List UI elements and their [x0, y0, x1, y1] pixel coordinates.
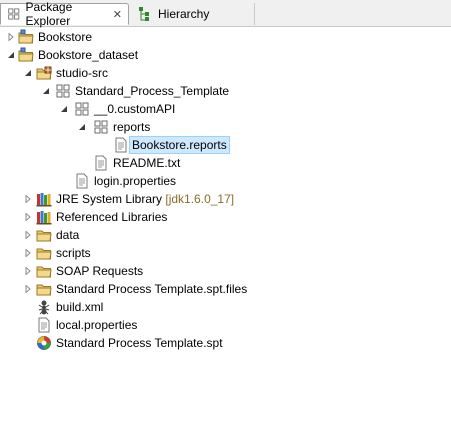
package-icon — [55, 83, 71, 99]
folder-icon — [36, 227, 52, 243]
text-file-icon — [93, 155, 109, 171]
collapsed-arrow-icon[interactable] — [24, 249, 32, 257]
collapsed-arrow-icon[interactable] — [24, 213, 32, 221]
tree-item-label: data — [56, 228, 80, 242]
tree-item-label: Bookstore — [38, 30, 93, 44]
tree-item-label: Standard Process Template.spt — [56, 336, 223, 350]
tree-item-customapi[interactable]: __0.customAPI — [0, 100, 451, 118]
tree-item-bookstore-reports[interactable]: Bookstore.reports — [0, 136, 451, 154]
tab-hierarchy-label: Hierarchy — [158, 7, 210, 21]
expanded-arrow-icon[interactable] — [24, 69, 32, 77]
tree-item-bookstore-dataset[interactable]: Bookstore_dataset — [0, 46, 451, 64]
library-icon — [36, 191, 52, 207]
tree-item-standard-process-template[interactable]: Standard_Process_Template — [0, 82, 451, 100]
library-icon — [36, 209, 52, 225]
tree-item-referenced-libraries[interactable]: Referenced Libraries — [0, 208, 451, 226]
expanded-arrow-icon[interactable] — [60, 105, 68, 113]
collapsed-arrow-icon[interactable] — [24, 195, 32, 203]
properties-file-icon — [36, 317, 52, 333]
properties-file-icon — [74, 173, 90, 189]
tree-item-build-xml[interactable]: build.xml — [0, 298, 451, 316]
tree-item-label: Bookstore_dataset — [38, 48, 139, 62]
tree-item-label: Standard_Process_Template — [75, 84, 230, 98]
tree-item-studio-src[interactable]: studio-src — [0, 64, 451, 82]
expanded-arrow-icon[interactable] — [78, 123, 86, 131]
project-icon — [18, 47, 34, 63]
library-name: JRE System Library — [56, 192, 163, 206]
tree-item-data[interactable]: data — [0, 226, 451, 244]
tree-item-readme[interactable]: README.txt — [0, 154, 451, 172]
tree-item-label: __0.customAPI — [94, 102, 176, 116]
collapsed-arrow-icon[interactable] — [24, 285, 32, 293]
view-tab-bar: Package Explorer ✕ Hierarchy — [0, 0, 451, 28]
tree-item-reports[interactable]: reports — [0, 118, 451, 136]
expanded-arrow-icon[interactable] — [42, 87, 50, 95]
collapsed-arrow-icon[interactable] — [7, 33, 15, 41]
tree-item-label-selected: Bookstore.reports — [129, 136, 230, 154]
tree-item-label: Standard Process Template.spt.files — [56, 282, 248, 296]
tree-item-login-properties[interactable]: login.properties — [0, 172, 451, 190]
tab-package-explorer[interactable]: Package Explorer ✕ — [0, 0, 129, 28]
tab-package-explorer-label: Package Explorer — [25, 0, 73, 28]
tree-item-label: JRE System Library [jdk1.6.0_17] — [54, 192, 236, 206]
folder-icon — [36, 263, 52, 279]
library-version-decoration: [jdk1.6.0_17] — [165, 192, 235, 206]
tree-item-bookstore[interactable]: Bookstore — [0, 28, 451, 46]
collapsed-arrow-icon[interactable] — [24, 267, 32, 275]
tree-item-label: build.xml — [56, 300, 104, 314]
tab-hierarchy[interactable]: Hierarchy — [131, 3, 255, 25]
tree-item-label: reports — [113, 120, 151, 134]
tree-item-jre-system-library[interactable]: JRE System Library [jdk1.6.0_17] — [0, 190, 451, 208]
ant-icon — [36, 299, 52, 315]
expanded-arrow-icon[interactable] — [7, 51, 15, 59]
tree-item-label: README.txt — [113, 156, 181, 170]
tree-item-local-properties[interactable]: local.properties — [0, 316, 451, 334]
tree-item-label: local.properties — [56, 318, 138, 332]
tree-item-scripts[interactable]: scripts — [0, 244, 451, 262]
process-template-icon — [36, 335, 52, 351]
tree-item-label: studio-src — [56, 66, 109, 80]
collapsed-arrow-icon[interactable] — [24, 231, 32, 239]
package-explorer-tree: Bookstore Bookstore_dataset studio-src S… — [0, 28, 451, 352]
folder-icon — [36, 245, 52, 261]
package-icon — [93, 119, 109, 135]
package-explorer-icon — [7, 6, 21, 22]
source-folder-icon — [36, 65, 52, 81]
tree-item-soap-requests[interactable]: SOAP Requests — [0, 262, 451, 280]
hierarchy-icon — [137, 6, 153, 22]
tree-item-spt[interactable]: Standard Process Template.spt — [0, 334, 451, 352]
folder-icon — [36, 281, 52, 297]
tree-item-label: Referenced Libraries — [56, 210, 168, 224]
package-icon — [74, 101, 90, 117]
tree-item-label: SOAP Requests — [56, 264, 144, 278]
tree-item-label: login.properties — [94, 174, 177, 188]
project-icon — [18, 29, 34, 45]
close-icon[interactable]: ✕ — [113, 8, 122, 21]
file-icon — [113, 137, 129, 153]
tree-item-spt-files[interactable]: Standard Process Template.spt.files — [0, 280, 451, 298]
tree-item-label: scripts — [56, 246, 91, 260]
